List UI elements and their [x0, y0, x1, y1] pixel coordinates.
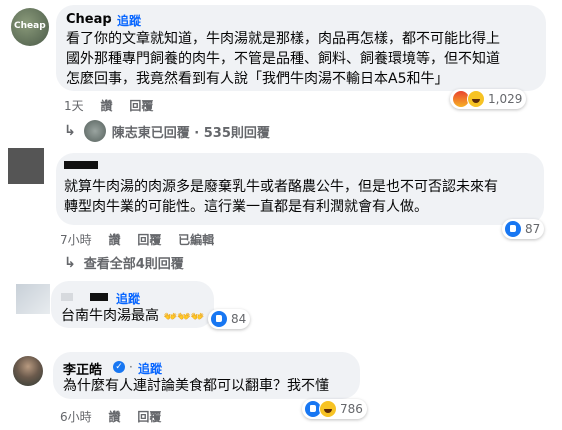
like-button[interactable]: 讚 — [108, 410, 120, 424]
view-replies-text: 查看全部4則回覆 — [83, 257, 184, 272]
redacted-name — [64, 161, 98, 169]
follow-button[interactable]: 追蹤 — [116, 290, 140, 307]
comment-text-line: 怎麼回事，我竟然看到有人說「我們牛肉湯不輸日本A5和牛」 — [66, 71, 449, 87]
comment-text-line: 國外那種專門飼養的肉牛，不管是品種、飼料、飼養環境等，但不知道 — [66, 51, 500, 67]
follow-button[interactable]: 追蹤 — [117, 12, 141, 29]
clap-emojis: 👐👐👐 — [163, 310, 205, 323]
comment-meta: 6小時 讚 回覆 — [60, 408, 174, 425]
comment-meta: 1天 讚 回覆 — [64, 97, 166, 114]
reply-summary-text: 陳志東已回覆 · 535則回覆 — [111, 125, 270, 141]
avatar-user[interactable] — [13, 356, 43, 386]
reaction-count: 84 — [231, 312, 247, 326]
comment-text-body: 台南牛肉湯最高 — [61, 308, 159, 324]
follow-button[interactable]: 追蹤 — [138, 360, 162, 377]
comment-time[interactable]: 6小時 — [60, 410, 92, 424]
comment-meta: 7小時 讚 回覆 已編輯 — [60, 231, 227, 248]
like-icon — [504, 220, 522, 238]
reaction-summary[interactable]: 786 — [302, 399, 367, 419]
reaction-count: 786 — [340, 402, 363, 416]
reply-arrow-icon: ↳ — [64, 254, 76, 271]
edited-label: 已編輯 — [178, 233, 215, 247]
reaction-summary[interactable]: 1,029 — [450, 89, 527, 109]
comment-time[interactable]: 1天 — [64, 99, 84, 113]
avatar-redacted[interactable] — [16, 284, 50, 314]
haha-icon — [319, 400, 337, 418]
reply-button[interactable]: 回覆 — [137, 233, 161, 247]
comment-text: 台南牛肉湯最高 👐👐👐 — [61, 306, 205, 327]
haha-icon — [467, 90, 485, 108]
avatar-cheap[interactable]: Cheap — [11, 8, 49, 46]
verified-badge-icon: ✓ — [113, 361, 125, 373]
avatar-text: Cheap — [14, 21, 46, 31]
like-button[interactable]: 讚 — [108, 233, 120, 247]
comment-text-line: 就算牛肉湯的肉源多是廢棄乳牛或者酪農公牛，但是也不可否認未來有 — [64, 179, 498, 195]
reply-summary-row[interactable]: ↳ 陳志東已回覆 · 535則回覆 — [64, 120, 270, 142]
reaction-count: 1,029 — [488, 92, 523, 106]
reply-button[interactable]: 回覆 — [137, 410, 161, 424]
like-icon — [210, 310, 228, 328]
comment-text-line: 看了你的文章就知道，牛肉湯就是那樣，肉品再怎樣，都不可能比得上 — [66, 31, 500, 47]
comment-text: 為什麼有人連討論美食都可以翻車？我不懂 — [63, 378, 329, 394]
replier-avatar — [83, 120, 106, 142]
redacted-name — [90, 293, 108, 301]
reply-arrow-icon: ↳ — [64, 123, 76, 139]
reaction-summary[interactable]: 84 — [208, 309, 251, 329]
reaction-count: 87 — [525, 222, 541, 236]
comment-time[interactable]: 7小時 — [60, 233, 92, 247]
comment-text-line: 轉型肉牛業的可能性。這行業一直都是有利潤就會有人做。 — [64, 199, 428, 215]
redacted-name — [61, 293, 73, 301]
separator-dot: · — [108, 12, 112, 26]
comment-author[interactable]: Cheap — [66, 12, 112, 27]
reply-button[interactable]: 回覆 — [129, 99, 153, 113]
separator-dot: · — [129, 360, 133, 374]
view-replies-link[interactable]: ↳ 查看全部4則回覆 — [64, 253, 184, 273]
reaction-summary[interactable]: 87 — [502, 219, 545, 239]
like-button[interactable]: 讚 — [100, 99, 112, 113]
avatar-redacted[interactable] — [8, 148, 44, 184]
